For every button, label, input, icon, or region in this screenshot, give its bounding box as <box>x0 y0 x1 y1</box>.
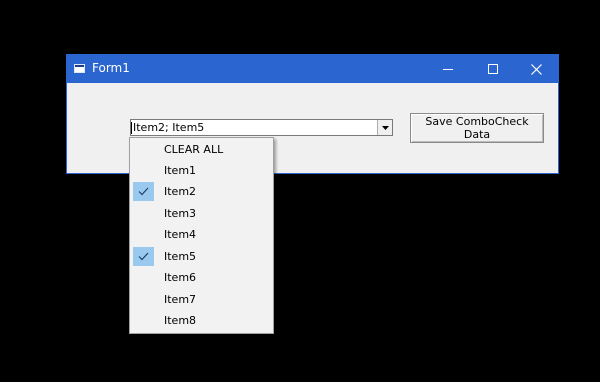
list-item-item5[interactable]: Item5 <box>130 246 273 267</box>
list-item-item3[interactable]: Item3 <box>130 203 273 224</box>
check-box[interactable] <box>133 140 154 159</box>
list-item-label: Item1 <box>164 164 197 177</box>
combo-dropdown-button[interactable] <box>377 120 392 135</box>
app-icon <box>74 63 85 74</box>
minimize-icon <box>442 69 453 70</box>
combo-value[interactable]: Item2; Item5 <box>133 121 204 134</box>
chevron-down-icon <box>381 125 389 130</box>
check-box[interactable] <box>133 182 154 201</box>
check-box[interactable] <box>133 161 154 180</box>
list-item-label: Item2 <box>164 185 197 198</box>
list-item-clear-all[interactable]: CLEAR ALL <box>130 139 273 160</box>
check-box[interactable] <box>133 311 154 330</box>
save-combocheck-data-button[interactable]: Save ComboCheck Data <box>410 113 544 143</box>
list-item-item1[interactable]: Item1 <box>130 160 273 181</box>
list-item-label: Item3 <box>164 207 197 220</box>
window-title: Form1 <box>92 61 130 75</box>
close-button[interactable] <box>514 55 559 83</box>
list-item-item6[interactable]: Item6 <box>130 267 273 288</box>
check-box[interactable] <box>133 225 154 244</box>
checkmark-icon <box>138 252 149 261</box>
checkmark-icon <box>138 187 149 196</box>
text-caret <box>131 122 132 134</box>
title-bar[interactable]: Form1 <box>67 55 558 83</box>
combo-check-box[interactable]: Item2; Item5 <box>130 119 393 136</box>
list-item-label: Item8 <box>164 314 197 327</box>
list-item-label: Item4 <box>164 228 197 241</box>
list-item-item4[interactable]: Item4 <box>130 224 273 245</box>
list-item-label: Item6 <box>164 271 197 284</box>
maximize-button[interactable] <box>470 55 515 83</box>
list-item-label: Item5 <box>164 250 197 263</box>
check-box[interactable] <box>133 290 154 309</box>
list-item-item8[interactable]: Item8 <box>130 310 273 331</box>
list-item-label: CLEAR ALL <box>164 143 224 156</box>
list-item-label: Item7 <box>164 293 197 306</box>
check-box[interactable] <box>133 204 154 223</box>
close-icon <box>531 63 542 75</box>
list-item-item7[interactable]: Item7 <box>130 289 273 310</box>
minimize-button[interactable] <box>425 55 470 83</box>
list-item-item2[interactable]: Item2 <box>130 181 273 202</box>
check-box[interactable] <box>133 268 154 287</box>
maximize-icon <box>487 64 498 74</box>
combo-dropdown-list: CLEAR ALL Item1 Item2 Item3 Item4 Item5 … <box>129 137 274 334</box>
check-box[interactable] <box>133 247 154 266</box>
